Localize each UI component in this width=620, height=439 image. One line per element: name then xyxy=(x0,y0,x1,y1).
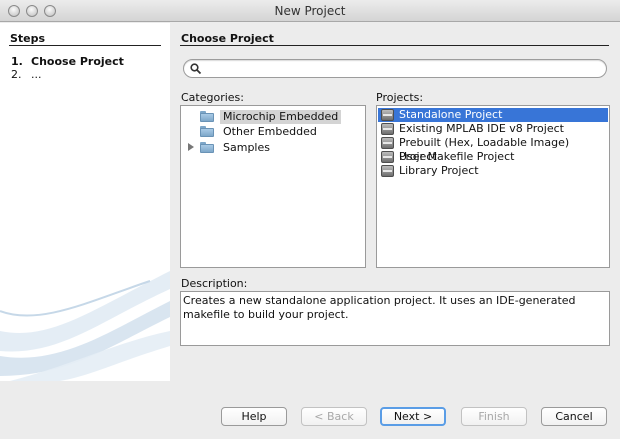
finish-button[interactable]: Finish xyxy=(461,407,527,426)
project-icon xyxy=(381,165,394,177)
next-button[interactable]: Next > xyxy=(380,407,446,426)
step-label: Choose Project xyxy=(31,55,124,68)
search-field[interactable] xyxy=(183,59,607,78)
step-number: 1. xyxy=(11,55,23,68)
project-item-user-makefile[interactable]: User Makefile Project xyxy=(378,150,608,164)
folder-icon xyxy=(200,126,214,137)
project-item-library[interactable]: Library Project xyxy=(378,164,608,178)
categories-label: Categories: xyxy=(181,91,244,104)
back-button[interactable]: < Back xyxy=(301,407,367,426)
page-title: Choose Project xyxy=(181,32,274,45)
project-icon xyxy=(381,123,394,135)
steps-heading: Steps xyxy=(10,32,46,45)
cancel-button[interactable]: Cancel xyxy=(541,407,607,426)
title-bar: New Project xyxy=(0,0,620,22)
project-icon xyxy=(381,109,394,121)
divider xyxy=(180,45,609,46)
category-item-other-embedded[interactable]: Other Embedded xyxy=(181,124,365,140)
category-item-samples[interactable]: Samples xyxy=(181,140,365,156)
project-label: Library Project xyxy=(399,164,479,177)
expand-arrow-icon[interactable] xyxy=(188,143,194,151)
folder-icon xyxy=(200,142,214,153)
description-box: Creates a new standalone application pro… xyxy=(180,291,610,346)
search-input[interactable] xyxy=(206,61,601,76)
category-label: Microchip Embedded xyxy=(220,110,342,124)
step-1: 1. Choose Project xyxy=(11,55,124,68)
help-button[interactable]: Help xyxy=(221,407,287,426)
divider xyxy=(9,45,161,46)
step-2: 2.... xyxy=(11,68,42,81)
content-panel: Choose Project Categories: Microchip Emb… xyxy=(170,23,620,381)
projects-list[interactable]: Standalone Project Existing MPLAB IDE v8… xyxy=(376,105,610,268)
category-label: Other Embedded xyxy=(223,125,317,138)
project-label: User Makefile Project xyxy=(399,150,515,163)
project-item-prebuilt[interactable]: Prebuilt (Hex, Loadable Image) Project xyxy=(378,136,608,163)
projects-label: Projects: xyxy=(376,91,424,104)
project-item-standalone[interactable]: Standalone Project xyxy=(378,108,608,122)
project-icon xyxy=(381,137,394,149)
project-item-existing-mplab[interactable]: Existing MPLAB IDE v8 Project xyxy=(378,122,608,136)
description-label: Description: xyxy=(181,277,248,290)
step-label: ... xyxy=(31,68,42,81)
window-title: New Project xyxy=(274,4,346,18)
search-icon xyxy=(190,63,202,75)
project-label: Existing MPLAB IDE v8 Project xyxy=(399,122,564,135)
folder-icon xyxy=(200,111,214,122)
step-number: 2. xyxy=(11,68,22,81)
steps-panel: Steps 1. Choose Project 2.... xyxy=(0,23,170,381)
categories-tree[interactable]: Microchip Embedded Other Embedded Sample… xyxy=(180,105,366,268)
category-label: Samples xyxy=(223,141,270,154)
category-item-microchip-embedded[interactable]: Microchip Embedded xyxy=(181,109,365,125)
description-text: Creates a new standalone application pro… xyxy=(183,294,576,321)
project-label: Standalone Project xyxy=(399,108,503,121)
project-icon xyxy=(381,151,394,163)
decorative-wave-graphic xyxy=(0,271,170,381)
